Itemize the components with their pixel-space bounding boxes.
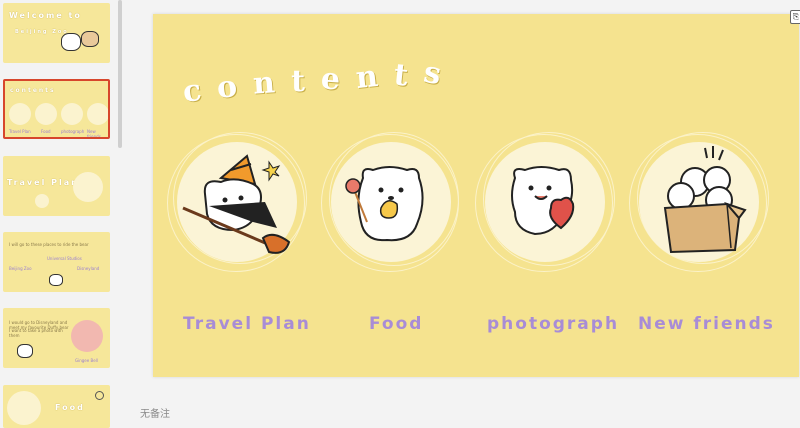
thumb-text: I want to take a photo with them: [9, 328, 63, 338]
slide-thumbnail-5[interactable]: I would go to Disneyland and meet my fav…: [3, 308, 110, 368]
panel-toggle-icon[interactable]: ⎘: [790, 10, 800, 24]
slide-thumbnail-1[interactable]: Welcome to Beijing Zoo: [3, 3, 110, 63]
slide-thumbnail-3[interactable]: Travel Plan: [3, 156, 110, 216]
thumb-label: Travel Plan: [9, 129, 31, 134]
title-letter: o: [215, 69, 240, 106]
thumb-text: Universal Studios: [47, 256, 82, 261]
thumb-caption: Welcome to: [9, 11, 82, 20]
slide-thumbnail-6[interactable]: Food: [3, 385, 110, 428]
bear-icon: [17, 344, 33, 358]
contents-item-food[interactable]: [321, 132, 459, 272]
bears-in-box-icon: [663, 146, 747, 254]
contents-item-new-friends[interactable]: [629, 132, 769, 272]
title-letter: t: [291, 64, 305, 99]
mini-circle-icon: [9, 103, 31, 125]
item-label-new-friends: New friends: [638, 314, 775, 334]
bear-icon: [49, 274, 63, 286]
slide-title: c o n t e n t s: [181, 55, 457, 110]
bear-heart-icon: [511, 166, 575, 236]
thumb-text: I will go to these places to ride the be…: [9, 242, 89, 247]
bear-lollipop-icon: [345, 166, 424, 242]
mini-circle-icon: [7, 391, 41, 425]
mini-circle-icon: [87, 103, 108, 125]
thumb-caption: Food: [55, 403, 85, 412]
title-letter: n: [354, 58, 380, 97]
thumb-text: Beijing Zoo: [9, 266, 32, 271]
contents-item-photograph[interactable]: [475, 132, 615, 272]
thumb-text: Gingee Bell: [75, 358, 98, 363]
mini-circle-icon: [35, 194, 49, 208]
photo-circle-icon: [71, 320, 103, 352]
slide-thumbnail-panel: Welcome to Beijing Zoo contents Travel P…: [0, 0, 122, 428]
speaker-notes[interactable]: 无备注: [140, 405, 170, 420]
thumb-label: Food: [41, 129, 51, 134]
contents-item-travel-plan[interactable]: [167, 132, 307, 272]
slide-thumbnail-2[interactable]: contents Travel Plan Food photograph New…: [3, 79, 110, 139]
mini-circle-icon: [61, 103, 83, 125]
dog-icon: [81, 31, 99, 47]
slide-canvas[interactable]: c o n t e n t s Travel Plan Food photogr…: [153, 14, 799, 377]
witch-bear-icon: [182, 154, 291, 254]
thumb-subcaption: Beijing Zoo: [15, 29, 69, 35]
bear-icon: [61, 33, 81, 51]
thumb-caption: Travel Plan: [7, 178, 79, 187]
title-letter: e: [319, 61, 342, 98]
clock-icon: [95, 391, 104, 400]
title-letter: n: [252, 65, 277, 102]
thumb-text: Disneyland: [77, 266, 100, 271]
thumb-label: New friends: [87, 129, 101, 139]
thumb-label: photograph: [61, 129, 85, 134]
title-letter: s: [420, 54, 444, 93]
mini-circle-icon: [73, 172, 103, 202]
item-label-travel-plan: Travel Plan: [183, 314, 311, 334]
title-letter: c: [180, 72, 204, 111]
item-label-photograph: photograph: [487, 314, 620, 334]
thumb-caption: contents: [10, 87, 56, 94]
slide-thumbnail-4[interactable]: I will go to these places to ride the be…: [3, 232, 110, 292]
title-letter: t: [392, 57, 410, 94]
thumbnail-scrollbar[interactable]: [118, 0, 122, 148]
item-label-food: Food: [369, 314, 424, 334]
mini-circle-icon: [35, 103, 57, 125]
